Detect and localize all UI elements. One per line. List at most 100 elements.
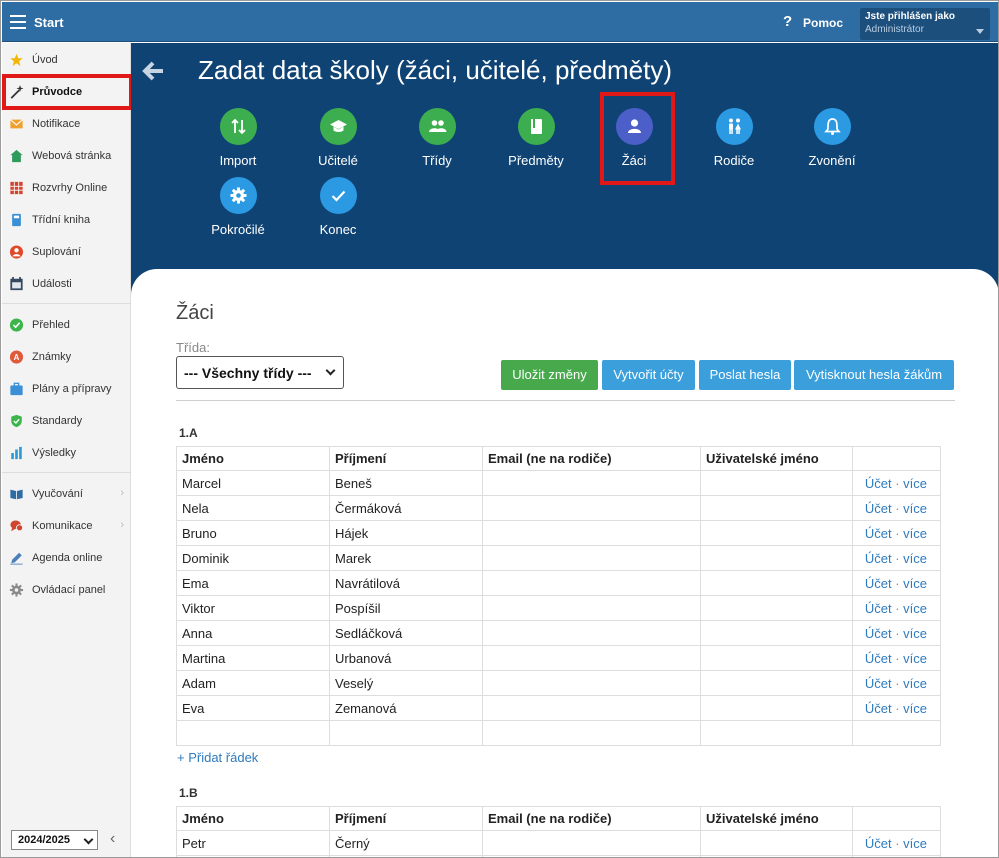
account-link[interactable]: Účet (865, 601, 892, 616)
last-name-cell[interactable] (329, 720, 483, 746)
last-name-cell[interactable]: Černý (329, 830, 483, 856)
sidebar-item-rozvrhy-online[interactable]: Rozvrhy Online (2, 174, 131, 202)
account-link[interactable]: Účet (865, 676, 892, 691)
account-link[interactable]: Účet (865, 701, 892, 716)
last-name-cell[interactable]: Beneš (329, 470, 483, 496)
step-zvoneni[interactable]: Zvonění (782, 108, 882, 168)
first-name-cell[interactable]: Viktor (176, 595, 330, 621)
email-cell[interactable] (482, 495, 701, 521)
username-cell[interactable] (700, 595, 853, 621)
sidebar-item-prehled[interactable]: Přehled (2, 311, 131, 339)
back-arrow-icon[interactable] (142, 57, 164, 88)
username-cell[interactable] (700, 695, 853, 721)
sidebar-item-webova-stranka[interactable]: Webová stránka (2, 142, 131, 170)
hamburger-menu-icon[interactable] (10, 15, 26, 29)
first-name-cell[interactable]: Nela (176, 495, 330, 521)
email-cell[interactable] (482, 545, 701, 571)
email-cell[interactable] (482, 470, 701, 496)
more-link[interactable]: více (903, 501, 927, 516)
email-cell[interactable] (482, 695, 701, 721)
sidebar-item-uvod[interactable]: Úvod (2, 46, 131, 74)
first-name-cell[interactable]: Martina (176, 645, 330, 671)
email-cell[interactable] (482, 645, 701, 671)
class-filter-select[interactable]: --- Všechny třídy --- (176, 356, 344, 389)
more-link[interactable]: více (903, 651, 927, 666)
email-cell[interactable] (482, 570, 701, 596)
account-link[interactable]: Účet (865, 551, 892, 566)
more-link[interactable]: více (903, 476, 927, 491)
more-link[interactable]: více (903, 601, 927, 616)
sidebar-item-plany-a-pripravy[interactable]: Plány a přípravy (2, 375, 131, 403)
more-link[interactable]: více (903, 836, 927, 851)
username-cell[interactable] (700, 720, 853, 746)
first-name-cell[interactable]: Dominik (176, 545, 330, 571)
more-link[interactable]: více (903, 626, 927, 641)
more-link[interactable]: více (903, 526, 927, 541)
user-menu[interactable]: Jste přihlášen jako Administrátor (860, 8, 990, 40)
school-year-select[interactable]: 2024/2025 (11, 830, 98, 850)
step-tridy[interactable]: Třídy (387, 108, 487, 168)
sidebar-item-standardy[interactable]: Standardy (2, 407, 131, 435)
last-name-cell[interactable]: Zemanová (329, 695, 483, 721)
first-name-cell[interactable]: Adam (176, 670, 330, 696)
sidebar-item-notifikace[interactable]: Notifikace (2, 110, 131, 138)
last-name-cell[interactable]: Čermáková (329, 495, 483, 521)
first-name-cell[interactable]: Anna (176, 620, 330, 646)
last-name-cell[interactable]: Pospíšil (329, 595, 483, 621)
email-cell[interactable] (482, 520, 701, 546)
print-passwords-button[interactable]: Vytisknout hesla žákům (794, 360, 954, 390)
create-accounts-button[interactable]: Vytvořit účty (602, 360, 695, 390)
username-cell[interactable] (700, 670, 853, 696)
username-cell[interactable] (700, 830, 853, 856)
username-cell[interactable] (700, 620, 853, 646)
account-link[interactable]: Účet (865, 501, 892, 516)
first-name-cell[interactable] (176, 720, 330, 746)
username-cell[interactable] (700, 645, 853, 671)
email-cell[interactable] (482, 720, 701, 746)
more-link[interactable]: více (903, 551, 927, 566)
send-passwords-button[interactable]: Poslat hesla (699, 360, 791, 390)
sidebar-item-ovladaci-panel[interactable]: Ovládací panel (2, 576, 131, 604)
start-link[interactable]: Start (34, 15, 64, 30)
email-cell[interactable] (482, 670, 701, 696)
account-link[interactable]: Účet (865, 476, 892, 491)
username-cell[interactable] (700, 520, 853, 546)
username-cell[interactable] (700, 495, 853, 521)
account-link[interactable]: Účet (865, 836, 892, 851)
step-konec[interactable]: Konec (288, 177, 388, 237)
add-row-link[interactable]: + Přidat řádek (177, 750, 258, 765)
help-icon[interactable]: ? (783, 13, 792, 30)
sidebar-item-komunikace[interactable]: Komunikace › (2, 512, 131, 540)
email-cell[interactable] (482, 620, 701, 646)
account-link[interactable]: Účet (865, 576, 892, 591)
sidebar-item-vysledky[interactable]: Výsledky (2, 439, 131, 467)
step-import[interactable]: Import (188, 108, 288, 168)
email-cell[interactable] (482, 595, 701, 621)
step-pokrocile[interactable]: Pokročilé (188, 177, 288, 237)
save-changes-button[interactable]: Uložit změny (501, 360, 598, 390)
help-link[interactable]: Pomoc (803, 16, 843, 30)
first-name-cell[interactable]: Ema (176, 570, 330, 596)
first-name-cell[interactable]: Bruno (176, 520, 330, 546)
first-name-cell[interactable]: Marcel (176, 470, 330, 496)
email-cell[interactable] (482, 830, 701, 856)
sidebar-item-suplovani[interactable]: Suplování (2, 238, 131, 266)
more-link[interactable]: více (903, 701, 927, 716)
step-ucitele[interactable]: Učitelé (288, 108, 388, 168)
sidebar-item-udalosti[interactable]: Události (2, 270, 131, 298)
last-name-cell[interactable]: Veselý (329, 670, 483, 696)
account-link[interactable]: Účet (865, 526, 892, 541)
sidebar-item-agenda-online[interactable]: Agenda online (2, 544, 131, 572)
last-name-cell[interactable]: Urbanová (329, 645, 483, 671)
account-link[interactable]: Účet (865, 626, 892, 641)
sidebar-item-tridni-kniha[interactable]: Třídní kniha (2, 206, 131, 234)
step-predmety[interactable]: Předměty (486, 108, 586, 168)
first-name-cell[interactable]: Petr (176, 830, 330, 856)
first-name-cell[interactable]: Eva (176, 695, 330, 721)
more-link[interactable]: více (903, 576, 927, 591)
step-rodice[interactable]: Rodiče (684, 108, 784, 168)
collapse-sidebar-icon[interactable]: ‹ (110, 830, 115, 848)
sidebar-item-znamky[interactable]: A Známky (2, 343, 131, 371)
last-name-cell[interactable]: Sedláčková (329, 620, 483, 646)
last-name-cell[interactable]: Navrátilová (329, 570, 483, 596)
